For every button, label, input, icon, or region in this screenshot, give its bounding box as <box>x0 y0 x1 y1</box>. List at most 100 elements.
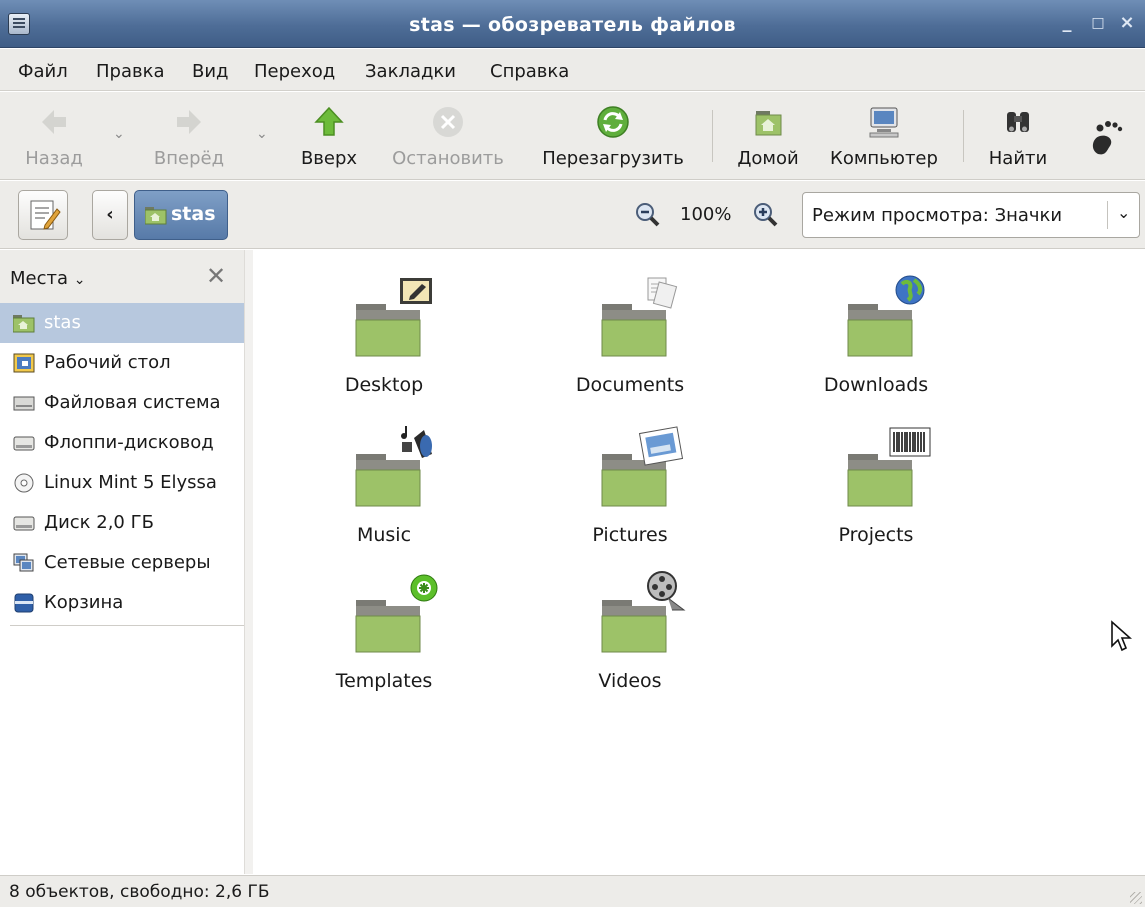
places-label: Места <box>10 268 69 289</box>
reload-button[interactable]: Перезагрузить <box>531 102 695 169</box>
drive-icon <box>13 516 35 531</box>
menu-help[interactable]: Справка <box>490 61 569 82</box>
folder-projects[interactable]: Projects <box>776 414 976 546</box>
file-view[interactable]: Desktop Documents Downloads Music Pictur… <box>254 250 1145 874</box>
forward-label: Вперёд <box>153 148 225 169</box>
folder-name: Templates <box>335 670 433 692</box>
stop-icon <box>428 102 468 142</box>
back-label: Назад <box>25 148 83 169</box>
toggle-location-button[interactable] <box>18 190 68 240</box>
music-emblem-icon <box>401 426 432 458</box>
folder-icon <box>847 275 925 357</box>
desktop-icon <box>13 353 35 373</box>
sidebar-item-stas[interactable]: stas <box>0 303 244 343</box>
home-button[interactable]: Домой <box>731 102 805 169</box>
sidebar-item-label: Рабочий стол <box>44 352 171 373</box>
menu-go[interactable]: Переход <box>254 61 335 82</box>
folder-music[interactable]: Music <box>284 414 484 546</box>
sidebar-item-label: Диск 2,0 ГБ <box>44 512 154 533</box>
folder-icon <box>601 277 678 357</box>
home-folder-icon <box>145 207 167 225</box>
stop-button[interactable]: Остановить <box>382 102 514 169</box>
folder-videos[interactable]: Videos <box>530 560 730 692</box>
desktop-emblem-icon <box>400 278 432 304</box>
sidebar-item-network[interactable]: Сетевые серверы <box>0 543 244 583</box>
sidebar-resize-handle[interactable] <box>244 250 253 874</box>
folder-icon <box>355 574 438 653</box>
sidebar-item-cdrom[interactable]: Linux Mint 5 Elyssa <box>0 463 244 503</box>
cdrom-icon <box>14 473 34 493</box>
sidebar-item-label: Флоппи-дисковод <box>44 432 214 453</box>
close-icon[interactable]: × <box>1116 12 1138 34</box>
folder-templates[interactable]: Templates <box>284 560 484 692</box>
chevron-down-icon: ⌄ <box>1117 203 1131 222</box>
film-emblem-icon <box>647 571 686 611</box>
mouse-cursor-icon <box>1110 620 1133 652</box>
sidebar-item-filesystem[interactable]: Файловая система <box>0 383 244 423</box>
globe-emblem-icon <box>895 275 925 305</box>
menu-view[interactable]: Вид <box>192 61 229 82</box>
folder-desktop[interactable]: Desktop <box>284 264 484 396</box>
up-button[interactable]: Вверх <box>294 102 364 169</box>
edit-location-icon <box>30 200 61 230</box>
close-sidebar-icon[interactable]: ✕ <box>206 262 226 290</box>
folder-downloads[interactable]: Downloads <box>776 264 976 396</box>
reload-icon <box>593 102 633 142</box>
minimize-icon[interactable]: _ <box>1056 12 1078 34</box>
zoom-in-icon[interactable] <box>752 201 780 229</box>
menu-file[interactable]: Файл <box>18 61 68 82</box>
home-folder-icon <box>13 315 35 333</box>
folder-pictures[interactable]: Pictures <box>530 414 730 546</box>
stop-label: Остановить <box>392 148 504 169</box>
toolbar-separator <box>712 110 713 162</box>
folder-name: Pictures <box>592 524 668 546</box>
places-dropdown[interactable]: Места ⌄ <box>10 268 86 289</box>
breadcrumb-left-button[interactable]: ‹ <box>92 190 128 240</box>
breadcrumb-label: stas <box>171 203 216 225</box>
folder-name: Videos <box>598 670 662 692</box>
forward-history-dropdown[interactable]: ⌄ <box>256 126 268 142</box>
folder-documents[interactable]: Documents <box>530 264 730 396</box>
breadcrumb-stas[interactable]: stas <box>134 190 228 240</box>
maximize-icon[interactable]: □ <box>1087 12 1109 34</box>
title-bar[interactable]: stas — обозреватель файлов _ □ × <box>0 0 1145 48</box>
floppy-icon <box>13 436 35 451</box>
documents-emblem-icon <box>647 277 678 309</box>
chevron-down-icon: ⌄ <box>73 272 86 288</box>
folder-name: Documents <box>575 374 685 396</box>
home-folder-icon <box>748 102 788 142</box>
zoom-level[interactable]: 100% <box>680 204 731 225</box>
view-mode-label: Режим просмотра: Значки <box>812 205 1063 226</box>
search-label: Найти <box>988 148 1048 169</box>
gnome-foot-icon <box>1086 114 1130 158</box>
back-history-dropdown[interactable]: ⌄ <box>113 126 125 142</box>
network-icon <box>13 553 34 572</box>
arrow-up-icon <box>309 102 349 142</box>
menu-edit[interactable]: Правка <box>96 61 165 82</box>
back-button[interactable]: Назад <box>18 102 90 169</box>
sidebar-item-trash[interactable]: Корзина <box>0 583 244 623</box>
computer-icon <box>864 102 904 142</box>
sidebar-item-label: stas <box>44 312 81 333</box>
picture-emblem-icon <box>638 426 684 466</box>
folder-name: Downloads <box>823 374 929 396</box>
zoom-out-icon[interactable] <box>634 201 662 229</box>
view-mode-select[interactable]: Режим просмотра: Значки ⌄ <box>802 192 1140 238</box>
forward-button[interactable]: Вперёд <box>146 102 232 169</box>
status-bar: 8 объектов, свободно: 2,6 ГБ <box>0 875 1145 907</box>
search-button[interactable]: Найти <box>980 102 1056 169</box>
sidebar-item-floppy[interactable]: Флоппи-дисковод <box>0 423 244 463</box>
reload-label: Перезагрузить <box>542 148 684 169</box>
template-emblem-icon <box>410 574 438 602</box>
folder-icon <box>355 426 432 507</box>
sidebar-item-desktop[interactable]: Рабочий стол <box>0 343 244 383</box>
computer-button[interactable]: Компьютер <box>820 102 948 169</box>
resize-grip[interactable] <box>1130 892 1142 904</box>
sidebar: Места ⌄ ✕ stas Рабочий стол Файловая сис… <box>0 250 253 874</box>
sidebar-item-label: Linux Mint 5 Elyssa <box>44 472 217 493</box>
barcode-emblem-icon <box>889 427 931 457</box>
sidebar-item-label: Файловая система <box>44 392 221 413</box>
sidebar-item-drive[interactable]: Диск 2,0 ГБ <box>0 503 244 543</box>
menu-bookmarks[interactable]: Закладки <box>365 61 456 82</box>
status-text: 8 объектов, свободно: 2,6 ГБ <box>9 882 270 902</box>
